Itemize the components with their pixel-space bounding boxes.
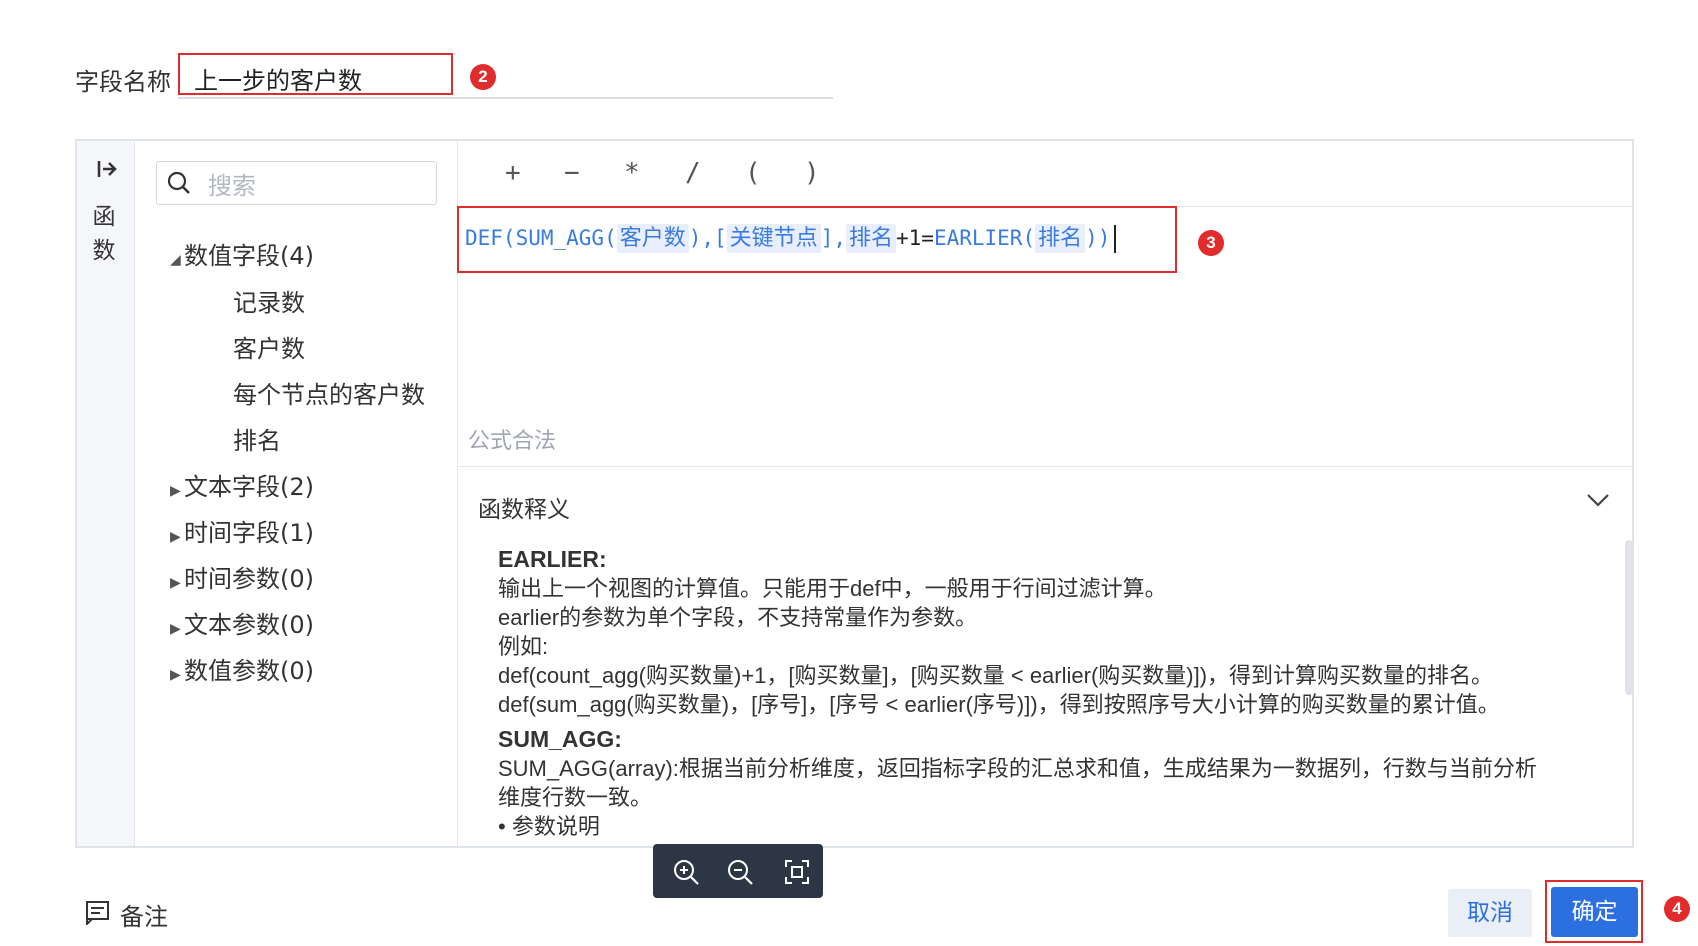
description-line: def(sum_agg(购买数量)，[序号]，[序号 < earlier(序号)… [498,692,1500,717]
description-line: 输出上一个视图的计算值。只能用于def中，一般用于行间过滤计算。 [498,576,1167,601]
section-divider [457,466,1632,467]
field-search-input[interactable] [156,161,437,205]
formula-field-token[interactable]: 客户数 [616,224,689,253]
description-line: • 参数说明 [498,814,600,839]
zoom-in-icon[interactable] [671,857,701,887]
operator-multiply-button[interactable]: * [624,158,640,188]
note-icon[interactable] [85,900,110,925]
field-underline [178,97,833,99]
operator-minus-button[interactable]: − [564,158,580,188]
function-panel-label[interactable]: 函数 [92,200,116,268]
description-line: 例如: [498,634,549,659]
formula-field-token[interactable]: 排名 [845,224,896,253]
tree-group-numeric[interactable]: ◢ 数值字段(4) [170,236,314,271]
sum-agg-heading: SUM_AGG: [498,726,622,752]
cancel-button[interactable]: 取消 [1448,889,1532,937]
formula-field-token[interactable]: 关键节点 [726,224,821,253]
description-scrollbar[interactable] [1625,540,1633,695]
description-line: def(count_agg(购买数量)+1，[购买数量]，[购买数量 < ear… [498,663,1494,688]
expand-arrow-icon: ▶ [170,667,181,683]
formula-validation-status: 公式合法 [468,429,557,454]
text-caret [1114,225,1117,253]
description-line: earlier的参数为单个字段，不支持常量作为参数。 [498,605,978,630]
tree-group-text-params[interactable]: ▶ 文本参数(0) [170,605,314,640]
function-description-title[interactable]: 函数释义 [478,490,570,524]
collapse-arrow-icon: ◢ [170,252,181,268]
formula-text: DEF(SUM_AGG( [465,226,617,250]
formula-text: EARLIER( [933,226,1036,250]
expand-arrow-icon: ▶ [170,529,181,545]
formula-field-token[interactable]: 排名 [1035,224,1086,253]
field-name-input[interactable]: 上一步的客户数 [178,53,453,95]
formula-text: )) [1085,226,1111,250]
expand-arrow-icon: ▶ [170,621,181,637]
description-line: SUM_AGG(array):根据当前分析维度，返回指标字段的汇总求和值，生成结… [498,756,1537,781]
tree-item-customer-count[interactable]: 客户数 [233,329,305,364]
note-button[interactable]: 备注 [120,897,168,932]
chevron-down-icon[interactable] [1585,490,1611,510]
expand-arrow-icon: ▶ [170,483,181,499]
search-placeholder: 搜索 [208,172,256,200]
formula-input[interactable]: DEF(SUM_AGG(客户数),[关键节点], 排名 +1=EARLIER(排名)… [465,220,1117,253]
tree-group-time[interactable]: ▶ 时间字段(1) [170,513,314,548]
search-icon [167,171,190,194]
formula-text: ),[ [688,226,727,250]
function-description: EARLIER: 输出上一个视图的计算值。只能用于def中，一般用于行间过滤计算… [498,545,1608,841]
tree-item-record-count[interactable]: 记录数 [233,283,305,318]
formula-text: +1= [896,226,934,250]
zoom-out-icon[interactable] [725,857,755,887]
fit-screen-icon[interactable] [782,857,812,887]
annotation-badge-4: 4 [1664,896,1690,922]
formula-text: ], [820,226,846,250]
earlier-heading: EARLIER: [498,546,607,572]
description-line: 维度行数一致。 [498,785,653,810]
field-name-label: 字段名称 [75,68,171,96]
tree-group-numeric-params[interactable]: ▶ 数值参数(0) [170,651,314,686]
expand-arrow-icon: ▶ [170,575,181,591]
expand-panel-icon[interactable] [96,158,118,180]
tree-item-rank[interactable]: 排名 [233,421,281,456]
operator-open-paren-button[interactable]: ( [745,158,761,188]
operator-plus-button[interactable]: + [505,158,521,188]
annotation-badge-2: 2 [470,64,496,90]
confirm-button[interactable]: 确定 [1551,887,1638,937]
operator-close-paren-button[interactable]: ) [804,158,820,188]
tree-group-text[interactable]: ▶ 文本字段(2) [170,467,314,502]
tree-item-customers-per-node[interactable]: 每个节点的客户数 [233,375,425,410]
tree-group-time-params[interactable]: ▶ 时间参数(0) [170,559,314,594]
operator-divide-button[interactable]: / [685,158,701,188]
annotation-badge-3: 3 [1198,230,1224,256]
